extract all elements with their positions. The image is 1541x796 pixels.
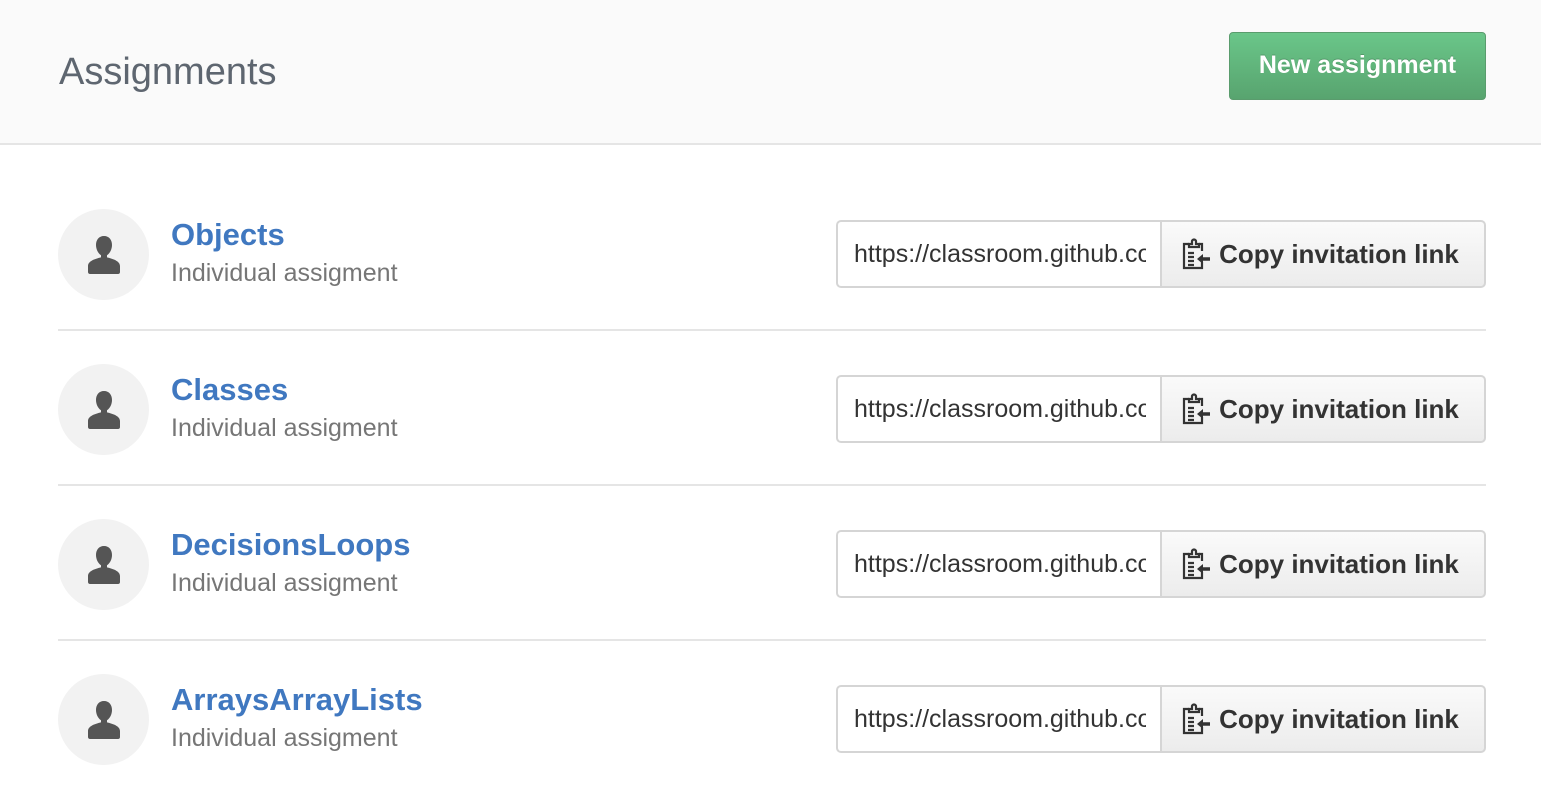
assignment-type: Individual assigment [171, 259, 398, 287]
invitation-link-group: Copy invitation link [836, 530, 1486, 598]
avatar [58, 209, 149, 300]
assignment-row: DecisionsLoops Individual assigment Copy… [58, 486, 1486, 641]
copy-invitation-link-button[interactable]: Copy invitation link [1160, 375, 1486, 443]
invitation-url-input[interactable] [836, 685, 1160, 753]
assignment-type: Individual assigment [171, 569, 398, 597]
assignment-title-link[interactable]: Classes [171, 371, 288, 409]
assignment-row: Objects Individual assigment Copy invita… [58, 176, 1486, 331]
assignment-title-link[interactable]: DecisionsLoops [171, 526, 410, 564]
avatar [58, 519, 149, 610]
person-icon [87, 545, 120, 584]
copy-invitation-link-label: Copy invitation link [1219, 548, 1459, 579]
assignment-title-link[interactable]: ArraysArrayLists [171, 681, 423, 719]
invitation-link-group: Copy invitation link [836, 220, 1486, 288]
clipboard-icon [1182, 548, 1211, 580]
page-header: Assignments New assignment [0, 0, 1541, 145]
person-icon [87, 700, 120, 739]
avatar [58, 364, 149, 455]
copy-invitation-link-label: Copy invitation link [1219, 393, 1459, 424]
clipboard-icon [1182, 238, 1211, 270]
copy-invitation-link-button[interactable]: Copy invitation link [1160, 530, 1486, 598]
copy-invitation-link-label: Copy invitation link [1219, 238, 1459, 269]
person-icon [87, 390, 120, 429]
assignment-row: ArraysArrayLists Individual assigment Co… [58, 641, 1486, 796]
clipboard-icon [1182, 703, 1211, 735]
invitation-url-input[interactable] [836, 220, 1160, 288]
invitation-link-group: Copy invitation link [836, 685, 1486, 753]
invitation-link-group: Copy invitation link [836, 375, 1486, 443]
assignment-title-link[interactable]: Objects [171, 216, 285, 254]
assignment-list: Objects Individual assigment Copy invita… [58, 176, 1486, 796]
assignment-type: Individual assigment [171, 414, 398, 442]
page-title: Assignments [59, 51, 277, 93]
assignment-row: Classes Individual assigment Copy invita… [58, 331, 1486, 486]
copy-invitation-link-button[interactable]: Copy invitation link [1160, 685, 1486, 753]
invitation-url-input[interactable] [836, 530, 1160, 598]
assignment-type: Individual assigment [171, 724, 398, 752]
new-assignment-button[interactable]: New assignment [1229, 32, 1486, 100]
avatar [58, 674, 149, 765]
copy-invitation-link-button[interactable]: Copy invitation link [1160, 220, 1486, 288]
clipboard-icon [1182, 393, 1211, 425]
copy-invitation-link-label: Copy invitation link [1219, 703, 1459, 734]
person-icon [87, 235, 120, 274]
invitation-url-input[interactable] [836, 375, 1160, 443]
